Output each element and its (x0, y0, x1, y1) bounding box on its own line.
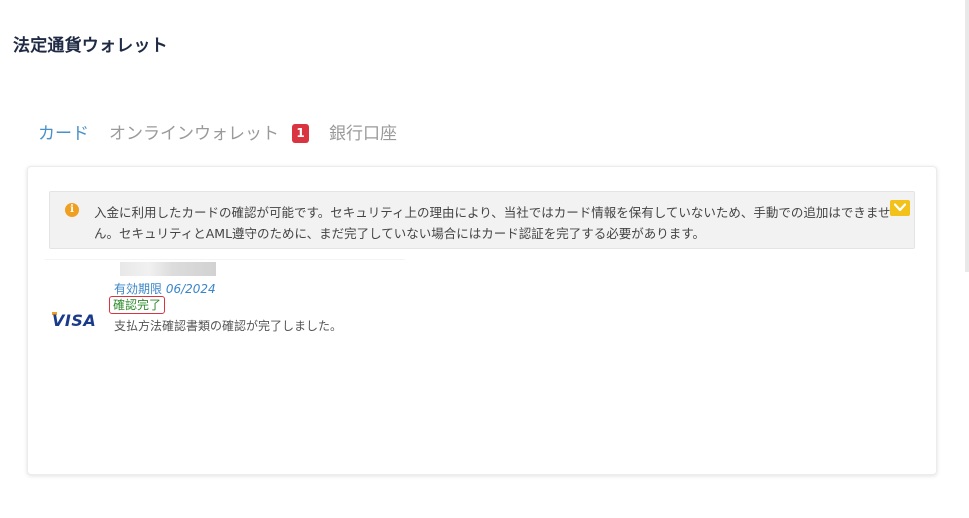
tab-online-wallet-label: オンラインウォレット (109, 123, 279, 144)
masked-card-number (120, 262, 216, 276)
fiat-wallet-page: 法定通貨ウォレット カード オンラインウォレット 1 銀行口座 i 入金に利用した… (0, 0, 969, 518)
card-expiry: 有効期限 06/2024 (114, 280, 216, 297)
status-description: 支払方法確認書類の確認が完了しました。 (114, 319, 343, 333)
expiry-date: 06/2024 (165, 282, 216, 296)
info-icon: i (65, 203, 79, 217)
status-badge: 確認完了 (109, 296, 166, 314)
wallet-tabs: カード オンラインウォレット 1 銀行口座 (38, 118, 397, 144)
tab-online-wallet[interactable]: オンラインウォレット 1 (109, 119, 309, 144)
tab-card[interactable]: カード (38, 119, 89, 144)
divider (45, 259, 405, 260)
visa-logo: VISA (52, 311, 97, 330)
notice-box: i 入金に利用したカードの確認が可能です。セキュリティ上の理由により、当社ではカ… (49, 191, 915, 249)
expiry-label: 有効期限 (114, 282, 163, 296)
notification-badge: 1 (292, 124, 309, 143)
page-title: 法定通貨ウォレット (13, 36, 168, 56)
notice-text: 入金に利用したカードの確認が可能です。セキュリティ上の理由により、当社ではカード… (94, 205, 891, 241)
scrollbar[interactable] (965, 0, 969, 272)
chevron-down-icon (894, 203, 906, 212)
tab-bank-account[interactable]: 銀行口座 (329, 119, 397, 144)
card-panel: i 入金に利用したカードの確認が可能です。セキュリティ上の理由により、当社ではカ… (27, 166, 937, 475)
expand-button[interactable] (890, 200, 910, 216)
